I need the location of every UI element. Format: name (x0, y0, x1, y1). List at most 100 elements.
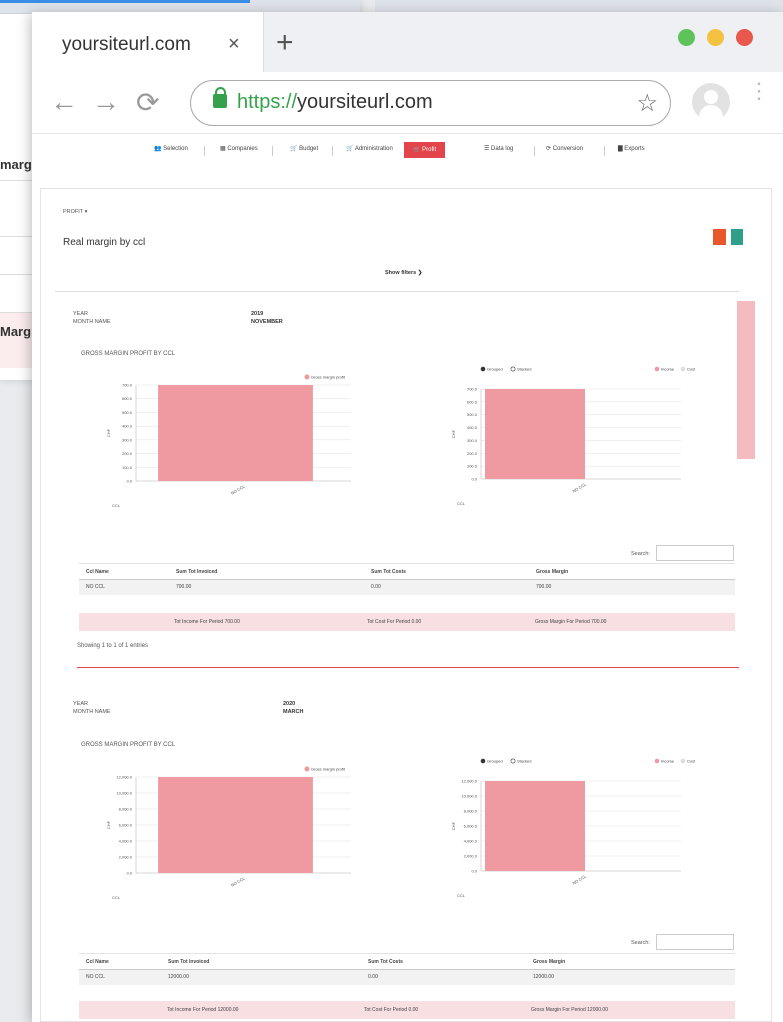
background-label: Marg (0, 324, 32, 339)
table-row: NO CCL 12000.00 0.00 12000.00 (79, 969, 735, 985)
y-tick-label: 300.0 (122, 437, 133, 442)
legend-label: Gross margin profit (311, 375, 346, 380)
y-tick-label: 500.0 (122, 410, 133, 415)
table-header: Ccl Name Sum Tot Invoiced Sum Tot Costs … (79, 953, 735, 970)
close-dot[interactable] (736, 29, 753, 46)
x-axis-label: CCL (457, 501, 466, 506)
show-filters-toggle[interactable]: Show filters ❯ (385, 270, 422, 276)
y-tick-label: 12,000.0 (461, 779, 477, 784)
y-tick-label: 600.0 (122, 396, 133, 401)
y-tick-label: 700.0 (467, 387, 478, 392)
y-tick-label: 500.0 (467, 412, 478, 417)
column-header[interactable]: Sum Tot Costs (364, 563, 529, 580)
table-header: Ccl Name Sum Tot Invoiced Sum Tot Costs … (79, 563, 735, 580)
legend-label: Cost (687, 759, 696, 764)
chart-title: GROSS MARGIN PROFIT BY CCL (81, 742, 176, 748)
x-tick-label: NO CCL (571, 481, 587, 493)
legend-swatch (680, 758, 686, 764)
legend-label: Income (661, 759, 675, 764)
y-tick-label: 4,000.0 (464, 839, 478, 844)
y-tick-label: 0.0 (471, 477, 477, 482)
month-value: NOVEMBER (251, 319, 283, 325)
y-tick-label: 8,000.0 (464, 809, 478, 814)
table-cell: 0.00 (361, 969, 526, 985)
menu-item-conversion[interactable]: ⟳ Conversion (546, 145, 583, 152)
grouped-radio-icon (480, 366, 486, 372)
column-header[interactable]: Gross Margin (529, 563, 735, 580)
back-icon[interactable]: ← (50, 86, 78, 118)
side-collapse-tab[interactable] (737, 301, 755, 459)
legend-swatch (654, 758, 660, 764)
y-tick-label: 200.0 (467, 451, 478, 456)
new-tab-icon[interactable]: + (276, 26, 294, 60)
month-label: MONTH NAME (73, 319, 111, 325)
column-header[interactable]: Sum Tot Costs (361, 953, 526, 970)
column-header[interactable]: Gross Margin (526, 953, 735, 970)
menu-item-profit[interactable]: 🛒 Profit (404, 142, 446, 158)
year-value: 2019 (251, 311, 264, 317)
forward-icon[interactable]: → (92, 86, 120, 118)
breadcrumb-profit[interactable]: PROFIT ▾ (63, 209, 87, 215)
table-cell: NO CCL (79, 969, 161, 985)
y-tick-label: 100.0 (467, 464, 478, 469)
menu-kebab-icon[interactable]: ⋮ (748, 80, 770, 102)
table-cell: 700.00 (529, 579, 735, 595)
legend-label: Gross margin profit (311, 767, 346, 772)
close-icon[interactable]: × (228, 33, 240, 56)
excel-export-icon[interactable] (731, 229, 743, 245)
url-field[interactable]: https://yoursiteurl.com ☆ (190, 80, 671, 126)
reload-icon[interactable]: ⟳ (136, 86, 159, 119)
search-label: Search: (631, 551, 650, 557)
search-input[interactable] (656, 545, 734, 561)
column-header[interactable]: Ccl Name (79, 563, 169, 580)
search-label: Search: (631, 940, 650, 946)
legend-swatch (654, 366, 660, 372)
app-menu: 👥 Selection ▦ Companies 🛒 Budget 🛒 Admin… (32, 134, 783, 169)
y-tick-label: 0.0 (126, 871, 132, 876)
tab-title: yoursiteurl.com (62, 34, 191, 55)
column-header[interactable]: Ccl Name (79, 953, 161, 970)
y-tick-label: 600.0 (467, 399, 478, 404)
grouped-radio-icon (480, 758, 486, 764)
minimize-dot[interactable] (707, 29, 724, 46)
y-tick-label: 6,000.0 (464, 824, 478, 829)
chart-title: GROSS MARGIN PROFIT BY CCL (81, 351, 176, 357)
lock-icon (213, 87, 227, 108)
menu-item-budget[interactable]: 🛒 Budget (290, 145, 318, 152)
pdf-export-icon[interactable] (713, 229, 726, 245)
menu-item-data-log[interactable]: ☰ Data log (484, 145, 513, 152)
profile-avatar-icon[interactable] (692, 83, 730, 121)
browser-tab[interactable]: yoursiteurl.com × (32, 12, 264, 72)
menu-item-administration[interactable]: 🛒 Administration (346, 145, 393, 152)
bookmark-star-icon[interactable]: ☆ (636, 89, 658, 118)
search-input[interactable] (656, 934, 734, 950)
total-margin: Gross Margin For Period 12000.00 (531, 1007, 608, 1013)
menu-item-exports[interactable]: ▇ Exports (618, 145, 645, 152)
page-title: Real margin by ccl (63, 237, 146, 248)
legend-label: Cost (687, 367, 696, 372)
table-row: NO CCL 700.00 0.00 700.00 (79, 579, 735, 595)
income-cost-chart: 0.0 100.0 200.0 300.0 400.0 500.0 600.0 700.0 NO… (451, 366, 696, 507)
column-header[interactable]: Sum Tot Invoiced (169, 563, 364, 580)
bar (485, 389, 585, 479)
gross-margin-chart: 0.0 100.0 200.0 300.0 400.0 500.0 600.0 700.0 NO… (106, 374, 351, 508)
totals-row: Tot Income For Period 700.00 Tot Cost Fo… (79, 613, 735, 631)
background-label: marg (0, 157, 32, 172)
total-income: Tot Income For Period 700.00 (174, 619, 240, 625)
year-value: 2020 (283, 701, 296, 707)
legend-swatch (304, 374, 310, 380)
y-axis-label: CHF (106, 820, 111, 829)
background-window-accent (0, 0, 250, 3)
column-header[interactable]: Sum Tot Invoiced (161, 953, 361, 970)
section-divider (77, 667, 739, 668)
maximize-dot[interactable] (678, 29, 695, 46)
y-tick-label: 300.0 (467, 438, 478, 443)
stacked-radio-icon (510, 366, 516, 372)
y-tick-label: 12,000.0 (116, 775, 132, 780)
table-cell: 0.00 (364, 579, 529, 595)
menu-item-companies[interactable]: ▦ Companies (220, 145, 258, 152)
address-bar-row: ← → ⟳ https://yoursiteurl.com ☆ ⋮ (32, 72, 783, 134)
menu-item-selection[interactable]: 👥 Selection (154, 145, 188, 152)
table-info: Showing 1 to 1 of 1 entries (77, 643, 149, 649)
y-tick-label: 700.0 (122, 383, 133, 388)
